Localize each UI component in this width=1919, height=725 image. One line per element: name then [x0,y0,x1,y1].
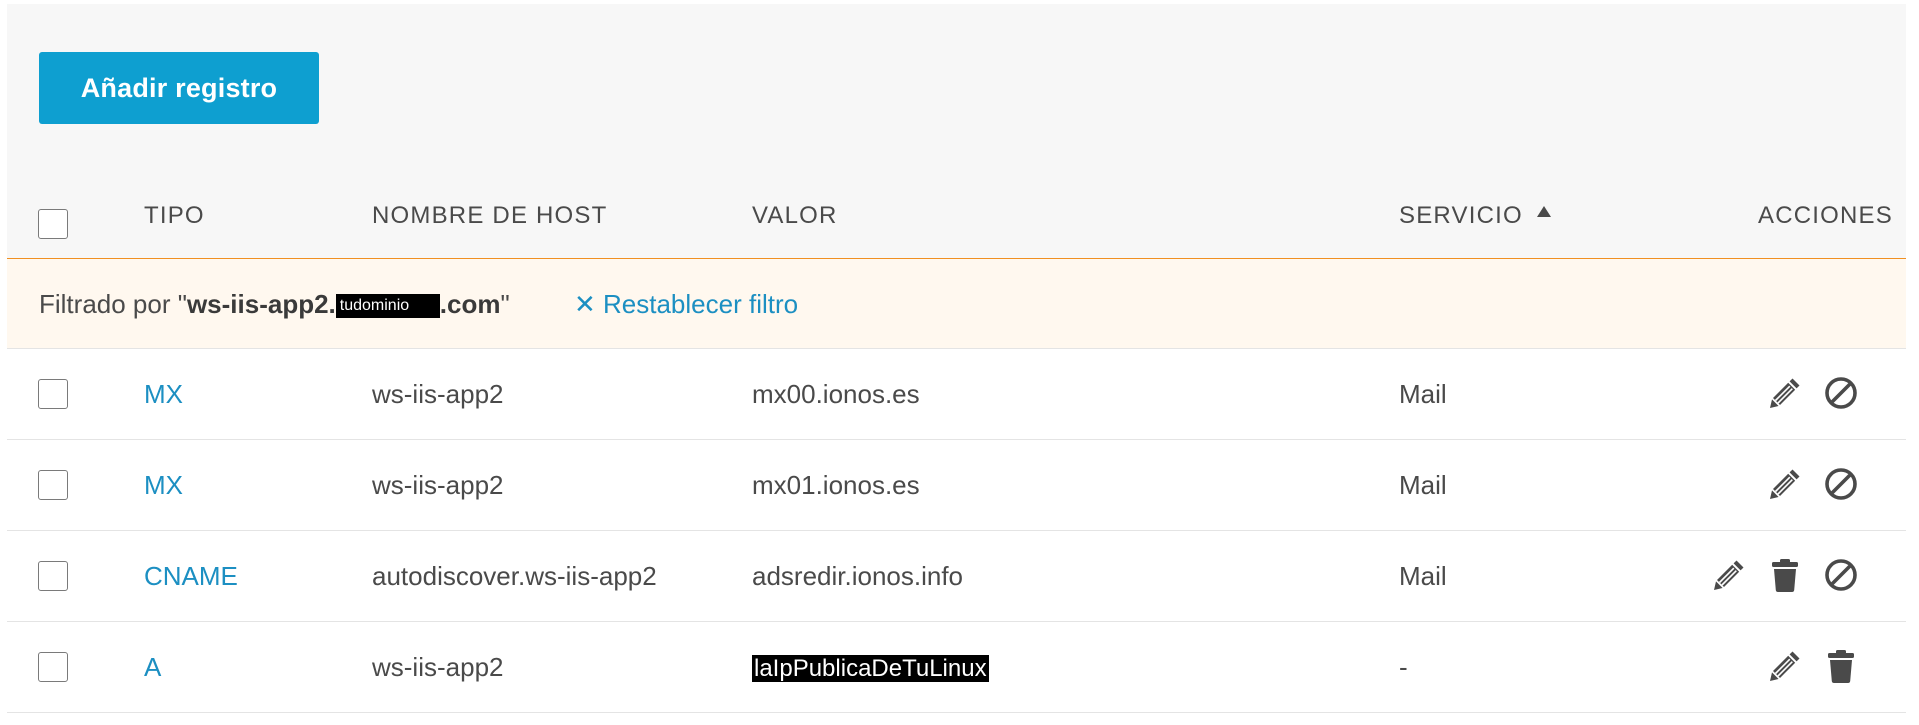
row-checkbox[interactable] [38,470,68,500]
filter-domain-redacted: tudominio [335,294,440,318]
record-host: ws-iis-app2 [372,470,504,500]
record-type-link[interactable]: MX [144,468,183,502]
column-header-servicio[interactable]: SERVICIO [1399,201,1551,231]
column-header-valor[interactable]: VALOR [752,201,838,231]
add-record-button[interactable]: Añadir registro [39,52,319,124]
sort-ascending-icon [1536,206,1551,217]
row-checkbox[interactable] [38,561,68,591]
record-host: autodiscover.ws-iis-app2 [372,561,657,591]
trash-icon[interactable] [1821,646,1861,686]
pencil-icon[interactable] [1765,373,1805,413]
pencil-icon[interactable] [1765,646,1805,686]
table-row: Aws-iis-app2 laIpPublicaDeTuLinux - [7,622,1906,713]
block-icon[interactable] [1821,373,1861,413]
select-all-checkbox[interactable] [38,209,68,239]
record-service: Mail [1399,379,1447,409]
pencil-icon[interactable] [1709,555,1749,595]
record-type-link[interactable]: MX [144,377,183,411]
block-icon[interactable] [1821,555,1861,595]
pencil-icon[interactable] [1765,464,1805,504]
record-host: ws-iis-app2 [372,379,504,409]
reset-filter-link[interactable]: ✕ Restablecer filtro [574,288,798,320]
filter-domain-end: .com [439,289,501,319]
filter-domain-start: ws-iis-app2. [186,289,336,319]
column-header-servicio-label: SERVICIO [1399,202,1523,229]
record-service: Mail [1399,561,1447,591]
record-type-link[interactable]: CNAME [144,559,238,593]
filter-prefix: Filtrado por " [39,289,187,319]
record-host: ws-iis-app2 [372,652,504,682]
dns-records-panel: Añadir registro TIPO NOMBRE DE HOST VALO… [7,4,1906,725]
column-header-tipo[interactable]: TIPO [144,201,205,231]
row-checkbox[interactable] [38,652,68,682]
filter-suffix: " [500,289,510,319]
record-value: laIpPublicaDeTuLinux [752,650,989,686]
trash-icon[interactable] [1765,555,1805,595]
table-header-area: Añadir registro TIPO NOMBRE DE HOST VALO… [7,4,1906,259]
column-header-acciones: ACCIONES [1758,202,1893,229]
record-value: mx00.ionos.es [752,379,920,409]
record-type-link[interactable]: A [144,650,161,684]
column-header-host[interactable]: NOMBRE DE HOST [372,201,607,231]
record-value: adsredir.ionos.info [752,561,964,591]
filter-description: Filtrado por "ws-iis-app2. tudominio .com" [39,288,510,320]
filter-bar: Filtrado por "ws-iis-app2. tudominio .com"… [7,259,1906,349]
record-value-redacted: laIpPublicaDeTuLinux [752,655,989,682]
block-icon[interactable] [1821,464,1861,504]
table-row: MX ws-iis-app2 mx01.ionos.es Mail [7,440,1906,531]
row-checkbox[interactable] [38,379,68,409]
record-value: mx01.ionos.es [752,470,920,500]
table-row: CNAME autodiscover.ws-iis-app2 adsredir.io… [7,531,1906,622]
record-service: Mail [1399,470,1447,500]
table-row: MX ws-iis-app2 mx00.ionos.es Mail [7,349,1906,440]
record-service: - [1399,652,1408,682]
